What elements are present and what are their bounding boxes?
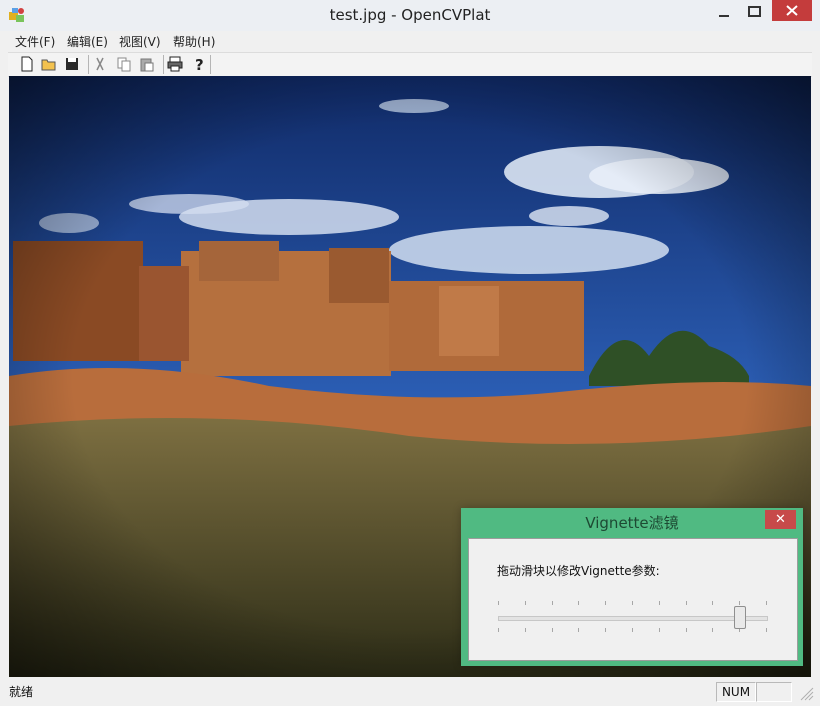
menu-view[interactable]: 视图(V)	[119, 33, 161, 50]
vignette-dialog: Vignette滤镜 ✕ 拖动滑块以修改Vignette参数:	[461, 508, 803, 666]
slider-tick	[766, 628, 767, 632]
slider-tick	[686, 628, 687, 632]
toolbar: ?	[8, 52, 812, 77]
slider-tick	[605, 628, 606, 632]
dialog-close-button[interactable]: ✕	[765, 510, 796, 529]
slider-tick	[686, 601, 687, 605]
status-text: 就绪	[9, 685, 34, 699]
resize-grip-icon[interactable]	[800, 687, 814, 701]
slider-tick	[632, 628, 633, 632]
slider-tick	[498, 628, 499, 632]
slider-tick	[739, 601, 740, 605]
dialog-title: Vignette滤镜	[585, 514, 679, 532]
slider-thumb[interactable]	[734, 606, 746, 629]
menu-bar: 文件(F) 编辑(E) 视图(V) 帮助(H)	[0, 31, 820, 51]
close-button[interactable]	[772, 0, 812, 21]
slider-tick	[578, 601, 579, 605]
toolbar-separator	[88, 55, 89, 74]
slider-tick	[712, 601, 713, 605]
slider-track[interactable]	[498, 616, 768, 621]
slider-tick	[766, 601, 767, 605]
slider-tick	[659, 628, 660, 632]
dialog-body: 拖动滑块以修改Vignette参数:	[468, 538, 798, 661]
paste-icon[interactable]	[138, 55, 156, 73]
slider-tick	[712, 628, 713, 632]
copy-icon[interactable]	[115, 55, 133, 73]
status-cell	[756, 682, 792, 702]
slider-label: 拖动滑块以修改Vignette参数:	[497, 564, 660, 578]
save-icon[interactable]	[63, 55, 81, 73]
slider-tick	[498, 601, 499, 605]
open-folder-icon[interactable]	[40, 55, 58, 73]
menu-help[interactable]: 帮助(H)	[173, 33, 215, 50]
menu-file[interactable]: 文件(F)	[15, 33, 55, 50]
app-window: test.jpg - OpenCVPlat 文件(F) 编辑(E) 视图(V) …	[0, 0, 820, 706]
slider-tick	[525, 628, 526, 632]
menu-edit[interactable]: 编辑(E)	[67, 33, 108, 50]
slider-tick	[632, 601, 633, 605]
slider-tick	[605, 601, 606, 605]
cut-icon[interactable]	[91, 55, 109, 73]
status-bar: 就绪 NUM	[0, 681, 820, 706]
print-icon[interactable]	[166, 55, 184, 73]
slider-tick	[659, 601, 660, 605]
window-title: test.jpg - OpenCVPlat	[329, 6, 491, 24]
slider-tick	[552, 601, 553, 605]
close-icon	[786, 5, 798, 16]
toolbar-separator	[210, 55, 211, 74]
toolbar-separator	[163, 55, 164, 74]
help-icon[interactable]: ?	[190, 55, 208, 73]
new-file-icon[interactable]	[18, 55, 36, 73]
svg-text:?: ?	[195, 56, 204, 73]
slider-tick	[552, 628, 553, 632]
slider-tick	[578, 628, 579, 632]
title-bar[interactable]: test.jpg - OpenCVPlat	[0, 0, 820, 31]
minimize-icon[interactable]	[717, 8, 733, 20]
maximize-icon[interactable]	[748, 6, 762, 18]
num-lock-indicator: NUM	[716, 682, 756, 702]
slider-tick	[525, 601, 526, 605]
